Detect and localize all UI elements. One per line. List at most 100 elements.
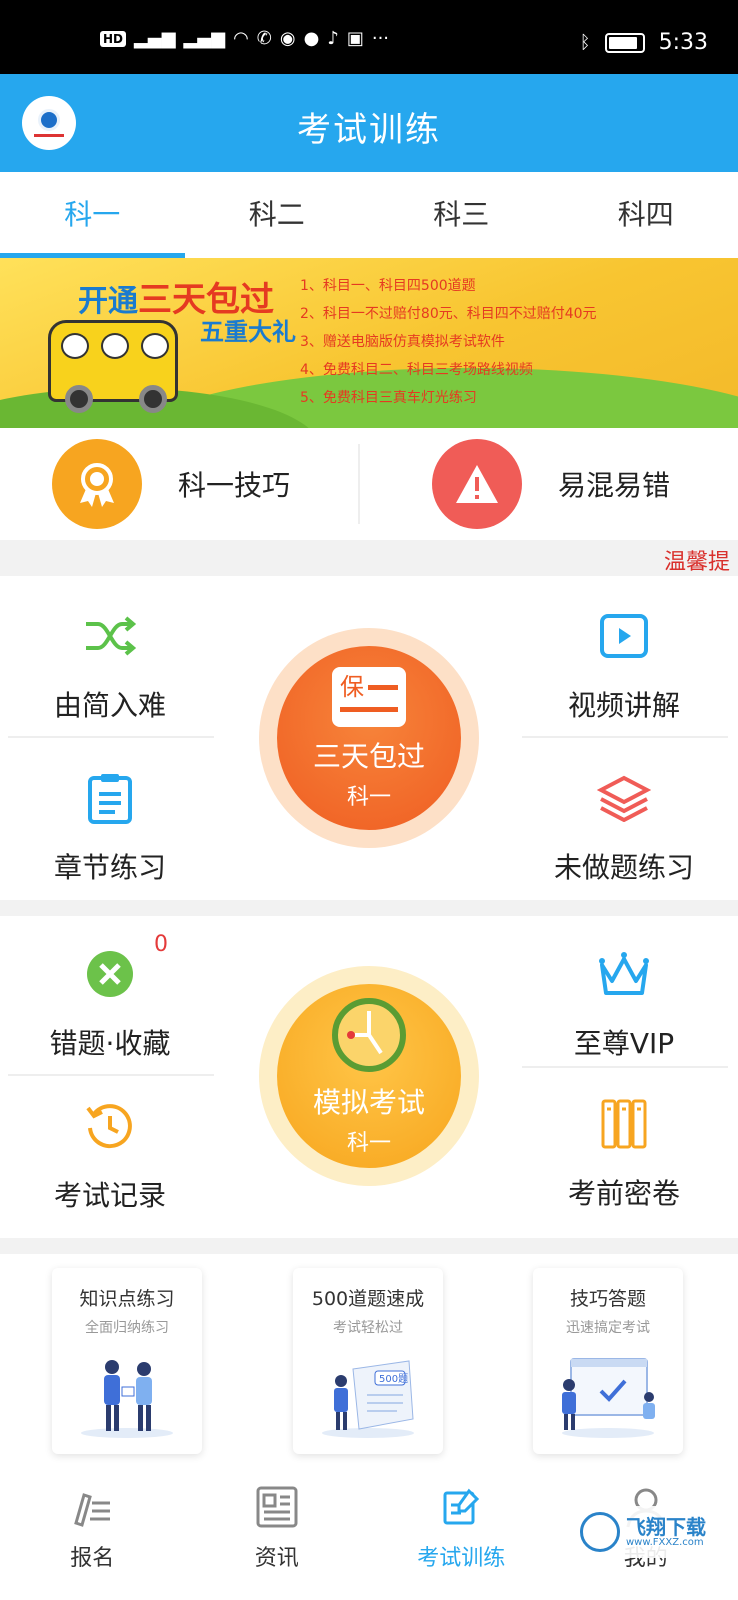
vip-button[interactable]: 至尊VIP	[514, 942, 734, 1062]
shuffle-icon	[0, 604, 220, 668]
easy-to-hard-label: 由简入难	[53, 689, 166, 722]
secret-papers-button[interactable]: 考前密卷	[514, 1092, 734, 1212]
quick-actions: 科一技巧 易混易错	[0, 428, 738, 540]
bus-window	[101, 333, 129, 359]
svg-text:保: 保	[340, 673, 364, 701]
bus-wheel	[65, 385, 93, 413]
watermark: 飞翔下载 www.FXXZ.com	[574, 1506, 724, 1558]
nav-label: 报名	[70, 1546, 115, 1571]
watermark-title: 飞翔下载	[626, 1514, 706, 1539]
wifi-icon: ◠	[233, 28, 249, 49]
signal-icon-2: ▂▄▆	[183, 28, 226, 49]
exam-records-button[interactable]: 考试记录	[0, 1094, 220, 1214]
knowledge-card[interactable]: 知识点练习 全面归纳练习	[52, 1268, 202, 1454]
status-time: 5:33	[658, 30, 708, 55]
mistakes-button[interactable]: 易混易错	[358, 428, 738, 540]
practice-grid: 由简入难 章节练习 保 三天包过 科一 视频讲解 未做题练习	[0, 576, 738, 900]
divider	[8, 736, 214, 738]
benefit-item: 5、免费科目三真车灯光练习	[300, 390, 477, 406]
book-icon: ▣	[346, 28, 364, 49]
easy-to-hard-button[interactable]: 由简入难	[0, 604, 220, 724]
scroll-illustration: 500题	[313, 1349, 423, 1439]
chapter-practice-button[interactable]: 章节练习	[0, 766, 220, 886]
card-title: 500道题速成	[311, 1288, 425, 1310]
benefit-item: 1、科目一、科目四500道题	[300, 278, 476, 294]
quick-500-card[interactable]: 500道题速成 考试轻松过 500题	[293, 1268, 443, 1454]
card-subtitle: 迅速搞定考试	[566, 1320, 650, 1336]
banner-subline: 五重大礼	[200, 318, 296, 346]
section-separator	[0, 1238, 738, 1254]
pass-guarantee-title: 三天包过	[312, 740, 425, 773]
message-icon: ●	[303, 28, 320, 49]
qq-icon: ◉	[279, 28, 296, 49]
tips-label: 科一技巧	[178, 469, 291, 502]
exam-grid: 错题·收藏 0 考试记录 模拟考试 科一 至尊VIP 考前密卷	[0, 916, 738, 1238]
subject-tabs: 科一 科二 科三 科四	[0, 172, 738, 258]
card-subtitle: 考试轻松过	[333, 1320, 403, 1336]
more-icon: ···	[371, 28, 390, 49]
status-bar: HD ▂▄▆ ▂▄▆ ◠ ✆ ◉ ● ♪ ▣ ··· ᛒ 5:33	[0, 0, 738, 74]
tips-button[interactable]: 科一技巧	[0, 428, 358, 540]
promo-banner[interactable]: 开通三天包过 五重大礼 1、科目一、科目四500道题 2、科目一不过赔付80元、…	[0, 258, 738, 428]
clipboard-icon	[0, 766, 220, 830]
banner-headline-prefix: 开通	[78, 284, 138, 319]
divider	[8, 1074, 214, 1076]
stopwatch-icon	[332, 998, 406, 1072]
nav-signup[interactable]: 报名	[0, 1472, 185, 1600]
app-bar: 考试训练	[0, 74, 738, 172]
bus-window	[61, 333, 89, 359]
video-explain-button[interactable]: 视频讲解	[514, 604, 734, 724]
status-right: ᛒ 5:33	[580, 30, 708, 55]
books-icon	[514, 1092, 734, 1156]
wrong-favorites-label: 错题·收藏	[49, 1027, 171, 1060]
signal-icon: ▂▄▆	[134, 28, 176, 49]
benefit-item: 3、赠送电脑版仿真模拟考试软件	[300, 334, 505, 350]
people-illustration	[72, 1349, 182, 1439]
tab-subject-2[interactable]: 科二	[185, 172, 370, 258]
tab-subject-1[interactable]: 科一	[0, 172, 185, 258]
bluetooth-icon: ᛒ	[579, 31, 591, 53]
pen-list-icon	[0, 1482, 185, 1532]
pass-guarantee-button[interactable]: 保 三天包过 科一	[259, 628, 479, 848]
missed-call-icon: ✆	[256, 28, 272, 49]
notice-text: 温馨提	[664, 550, 731, 575]
nav-exam-training[interactable]: 考试训练	[369, 1472, 554, 1600]
divider	[522, 1066, 728, 1068]
tab-subject-4[interactable]: 科四	[554, 172, 738, 258]
tab-subject-3[interactable]: 科三	[369, 172, 554, 258]
wrong-favorites-button[interactable]: 错题·收藏	[0, 942, 220, 1062]
section-separator	[0, 900, 738, 916]
card-title: 技巧答题	[569, 1288, 646, 1310]
card-title: 知识点练习	[79, 1288, 175, 1310]
mistakes-label: 易混易错	[558, 469, 671, 502]
nav-label: 考试训练	[417, 1546, 506, 1571]
pass-guarantee-subject: 科一	[346, 785, 391, 810]
undone-practice-button[interactable]: 未做题练习	[514, 766, 734, 886]
pass-guarantee-inner: 保 三天包过 科一	[277, 646, 461, 830]
mock-exam-button[interactable]: 模拟考试 科一	[259, 966, 479, 1186]
banner-benefits: 1、科目一、科目四500道题 2、科目一不过赔付80元、科目四不过赔付40元 3…	[300, 272, 597, 412]
video-icon	[514, 604, 734, 668]
hd-icon: HD	[100, 31, 127, 47]
secret-papers-label: 考前密卷	[567, 1177, 680, 1210]
tips-answer-card[interactable]: 技巧答题 迅速搞定考试	[533, 1268, 683, 1454]
warning-icon	[432, 439, 522, 529]
mock-exam-subject: 科一	[346, 1131, 391, 1156]
mock-exam-title: 模拟考试	[312, 1086, 425, 1119]
bus-wheel	[139, 385, 167, 413]
watermark-text-block: 飞翔下载 www.FXXZ.com	[626, 1517, 706, 1548]
screen-illustration	[553, 1349, 663, 1439]
benefit-item: 2、科目一不过赔付80元、科目四不过赔付40元	[300, 306, 597, 322]
watermark-logo	[580, 1512, 620, 1552]
divider	[522, 736, 728, 738]
news-icon	[185, 1482, 370, 1532]
status-left: HD ▂▄▆ ▂▄▆ ◠ ✆ ◉ ● ♪ ▣ ···	[100, 28, 389, 50]
guarantee-card-icon: 保	[332, 667, 406, 727]
crown-icon	[514, 942, 734, 1006]
layers-icon	[514, 766, 734, 830]
card-subtitle: 全面归纳练习	[85, 1320, 169, 1336]
nav-news[interactable]: 资讯	[185, 1472, 370, 1600]
history-icon	[0, 1094, 220, 1158]
feature-cards: 知识点练习 全面归纳练习 500道题速成 考试轻松过 500题 技巧答题 迅速搞…	[0, 1254, 738, 1472]
video-explain-label: 视频讲解	[567, 689, 680, 722]
